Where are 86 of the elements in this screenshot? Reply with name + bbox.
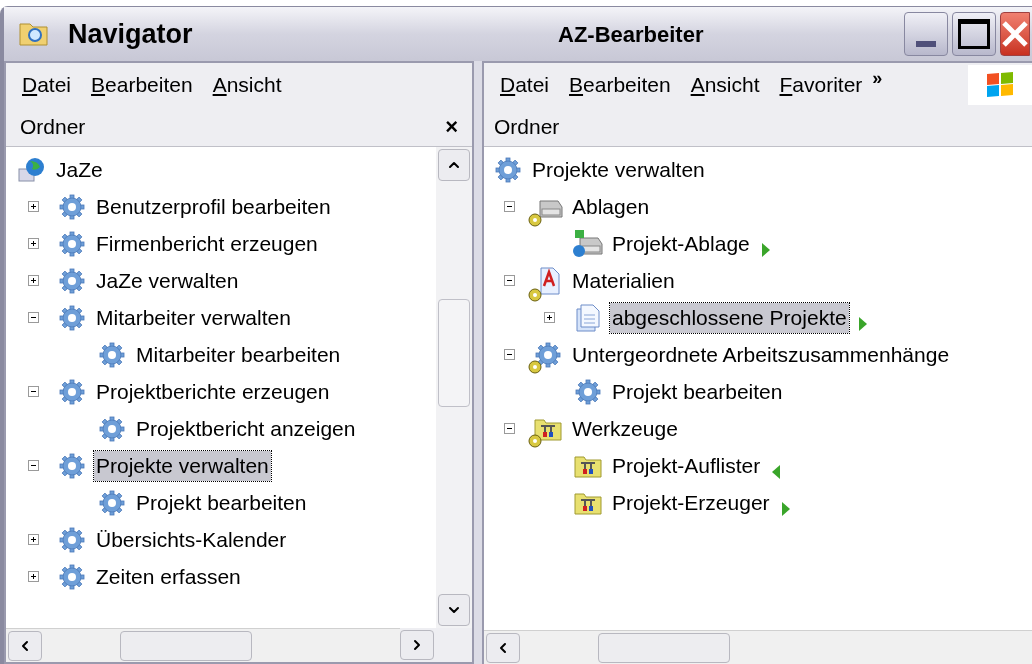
tree-item[interactable]: abgeschlossene Projekte <box>610 302 849 333</box>
gear-icon <box>59 230 85 257</box>
minimize-button[interactable] <box>904 12 948 56</box>
tree-item[interactable]: Projekt bearbeiten <box>610 376 785 407</box>
collapse-toggle[interactable] <box>504 201 515 212</box>
menu-item[interactable]: Datei <box>490 69 560 101</box>
document-icon <box>575 302 601 333</box>
expand-toggle[interactable] <box>28 201 39 212</box>
scroll-thumb[interactable] <box>120 630 252 661</box>
tree-item[interactable]: Projektbericht anzeigen <box>134 413 358 444</box>
scroll-left-button[interactable] <box>486 632 520 663</box>
gear-icon <box>99 415 125 442</box>
scroll-up-button[interactable] <box>438 149 470 181</box>
tree-item[interactable]: JaZe <box>54 154 105 185</box>
expand-toggle[interactable] <box>28 238 39 249</box>
maximize-button[interactable] <box>952 12 996 56</box>
tree-item[interactable]: Projekte verwalten <box>530 154 707 185</box>
menu-item[interactable]: Favoriter <box>769 69 873 101</box>
expand-toggle[interactable] <box>544 312 555 323</box>
gear-icon <box>59 304 85 331</box>
tree-item[interactable]: Mitarbeiter verwalten <box>94 302 293 333</box>
gear-icon <box>575 378 601 405</box>
collapse-toggle[interactable] <box>28 460 39 471</box>
tree-item[interactable]: Werkzeuge <box>570 413 680 444</box>
gear-icon <box>59 563 85 590</box>
expand-toggle[interactable] <box>28 571 39 582</box>
close-button[interactable] <box>1000 12 1030 56</box>
expand-toggle[interactable] <box>28 534 39 545</box>
tree-item[interactable]: Projekt-Auflister <box>610 450 763 481</box>
folder-search-icon <box>18 20 50 48</box>
collapse-toggle[interactable] <box>504 423 515 434</box>
tree-item[interactable]: Mitarbeiter bearbeiten <box>134 339 343 370</box>
gear-icon <box>495 156 521 183</box>
right-arrow-icon <box>759 241 772 258</box>
windows-logo-icon <box>985 71 1015 99</box>
horizontal-scrollbar[interactable] <box>484 630 1032 664</box>
scroll-thumb[interactable] <box>438 299 470 407</box>
collapse-toggle[interactable] <box>504 349 515 360</box>
menu-item[interactable]: Ansicht <box>202 69 292 101</box>
gear-icon <box>99 341 125 368</box>
window-title: Navigator <box>68 17 194 51</box>
collapse-toggle[interactable] <box>28 386 39 397</box>
horizontal-scrollbar[interactable] <box>6 628 400 662</box>
right-arrow-icon <box>779 500 792 517</box>
menu-item[interactable]: Bearbeiten <box>559 69 681 101</box>
tree-item[interactable]: Projekte verwalten <box>94 450 271 481</box>
pane-title: Ordner <box>20 113 86 140</box>
tree-item[interactable]: Übersichts-Kalender <box>94 524 289 555</box>
gear-icon <box>59 378 85 405</box>
left-arrow-icon <box>770 463 783 480</box>
globe-icon <box>18 156 46 183</box>
tree-item[interactable]: Materialien <box>570 265 677 296</box>
vertical-scrollbar[interactable] <box>436 147 472 628</box>
scroll-left-button[interactable] <box>8 630 42 661</box>
tree-item[interactable]: Zeiten erfassen <box>94 561 243 592</box>
scroll-down-button[interactable] <box>438 594 470 626</box>
close-pane-button[interactable]: × <box>445 115 458 138</box>
gear-icon <box>59 267 85 294</box>
menu-item[interactable]: Datei <box>12 69 82 101</box>
tree-item[interactable]: Firmenbericht erzeugen <box>94 228 320 259</box>
collapse-toggle[interactable] <box>28 312 39 323</box>
pane-title: Ordner <box>494 113 560 140</box>
gear-icon <box>59 526 85 553</box>
right-arrow-icon <box>856 315 869 332</box>
tree-item[interactable]: Projekt-Ablage <box>610 228 752 259</box>
tree-item[interactable]: Untergeordnete Arbeitszusammenhänge <box>570 339 952 370</box>
tree-item[interactable]: Projektberichte erzeugen <box>94 376 332 407</box>
scroll-right-button[interactable] <box>400 630 434 660</box>
menu-item[interactable]: Bearbeiten <box>81 69 203 101</box>
window-title: AZ-Bearbeiter <box>558 20 704 49</box>
expand-toggle[interactable] <box>28 275 39 286</box>
tree-item[interactable]: Projekt bearbeiten <box>134 487 309 518</box>
tree-item[interactable]: Benutzerprofil bearbeiten <box>94 191 333 222</box>
gear-icon <box>59 193 85 220</box>
collapse-toggle[interactable] <box>504 275 515 286</box>
scroll-thumb[interactable] <box>598 632 730 663</box>
gear-icon <box>59 452 85 479</box>
tree-item[interactable]: Projekt-Erzeuger <box>610 487 772 518</box>
tree-item[interactable]: JaZe verwalten <box>94 265 241 296</box>
tree-item[interactable]: Ablagen <box>570 191 652 222</box>
gear-icon <box>99 489 125 516</box>
gear-icon <box>535 341 561 368</box>
menu-item[interactable]: Ansicht <box>680 69 770 101</box>
drive-globe-icon <box>572 229 604 258</box>
close-icon <box>1002 19 1028 49</box>
more-menu-button[interactable]: » <box>872 65 883 92</box>
